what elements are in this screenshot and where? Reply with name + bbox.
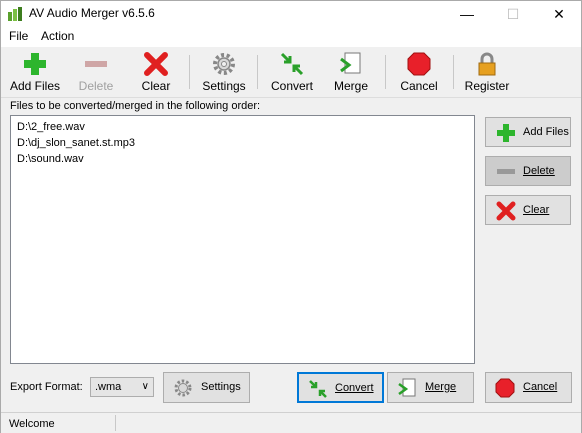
toolbar-cancel-label: Cancel — [400, 79, 438, 93]
menu-bar: File Action — [1, 27, 581, 47]
convert-button[interactable]: Convert — [297, 372, 384, 403]
title-bar[interactable]: AV Audio Merger v6.5.6 — ☐ ✕ — [1, 1, 581, 27]
toolbar-convert-button[interactable]: Convert — [265, 49, 319, 95]
toolbar-separator — [257, 55, 258, 89]
settings-button[interactable]: Settings — [163, 372, 250, 403]
toolbar-delete-label: Delete — [78, 79, 114, 93]
toolbar-delete-button[interactable]: Delete — [71, 49, 121, 95]
plus-icon — [24, 53, 46, 75]
toolbar-merge-label: Merge — [333, 79, 368, 93]
red-x-icon — [496, 201, 516, 221]
toolbar-clear-button[interactable]: Clear — [131, 49, 181, 95]
app-icon — [8, 7, 22, 21]
settings-label: Settings — [201, 381, 241, 393]
convert-arrows-icon — [280, 52, 304, 76]
toolbar-clear-label: Clear — [141, 79, 171, 93]
side-clear-button[interactable]: Clear — [485, 195, 571, 225]
gear-icon — [213, 53, 235, 75]
toolbar-register-button[interactable]: Register — [459, 49, 515, 95]
export-format-label: Export Format: — [10, 381, 83, 393]
merge-document-icon — [398, 378, 416, 397]
toolbar-separator — [453, 55, 454, 89]
chevron-down-icon: ∨ — [141, 381, 149, 392]
list-item[interactable]: D:\dj_slon_sanet.st.mp3 — [17, 137, 135, 149]
toolbar-convert-label: Convert — [270, 79, 314, 93]
status-text: Welcome — [9, 418, 55, 430]
app-window: AV Audio Merger v6.5.6 — ☐ ✕ File Action… — [0, 0, 582, 433]
stop-icon — [407, 52, 431, 76]
red-x-icon — [144, 52, 168, 76]
minus-icon — [497, 169, 515, 174]
convert-label: Convert — [335, 382, 374, 394]
export-format-value: .wma — [95, 381, 122, 393]
window-title: AV Audio Merger v6.5.6 — [29, 6, 155, 20]
toolbar-merge-button[interactable]: Merge — [327, 49, 375, 95]
status-panel: Welcome — [2, 415, 116, 431]
close-button[interactable]: ✕ — [536, 1, 582, 27]
minus-icon — [85, 61, 107, 67]
status-bar: Welcome — [1, 412, 581, 433]
export-format-select[interactable]: .wma ∨ — [90, 377, 154, 397]
maximize-button[interactable]: ☐ — [490, 1, 536, 27]
lock-icon — [478, 52, 496, 76]
toolbar: Add Files Delete Clear Settings Convert … — [1, 47, 581, 98]
plus-icon — [497, 124, 515, 142]
toolbar-settings-label: Settings — [202, 79, 246, 93]
toolbar-settings-button[interactable]: Settings — [197, 49, 251, 95]
cancel-button[interactable]: Cancel — [485, 372, 572, 403]
minimize-button[interactable]: — — [444, 1, 490, 27]
toolbar-add-files-button[interactable]: Add Files — [7, 49, 63, 95]
toolbar-register-label: Register — [464, 79, 510, 93]
merge-document-icon — [340, 52, 361, 74]
convert-arrows-icon — [309, 380, 327, 398]
gear-icon — [174, 379, 192, 397]
list-item[interactable]: D:\sound.wav — [17, 153, 84, 165]
side-clear-label: Clear — [523, 204, 550, 216]
toolbar-separator — [385, 55, 386, 89]
side-delete-button[interactable]: Delete — [485, 156, 571, 186]
stop-icon — [495, 378, 515, 398]
menu-file[interactable]: File — [9, 29, 28, 43]
side-add-files-button[interactable]: Add Files — [485, 117, 571, 147]
merge-button[interactable]: Merge — [387, 372, 474, 403]
side-add-files-label: Add Files — [523, 126, 569, 138]
file-list-caption: Files to be converted/merged in the foll… — [10, 100, 261, 112]
merge-label: Merge — [425, 381, 457, 393]
side-delete-label: Delete — [523, 165, 555, 177]
toolbar-cancel-button[interactable]: Cancel — [393, 49, 445, 95]
toolbar-add-files-label: Add Files — [9, 79, 61, 93]
menu-action[interactable]: Action — [41, 29, 74, 43]
cancel-label: Cancel — [523, 381, 558, 393]
list-item[interactable]: D:\2_free.wav — [17, 121, 85, 133]
toolbar-separator — [189, 55, 190, 89]
file-list[interactable]: D:\2_free.wav D:\dj_slon_sanet.st.mp3 D:… — [10, 115, 475, 364]
